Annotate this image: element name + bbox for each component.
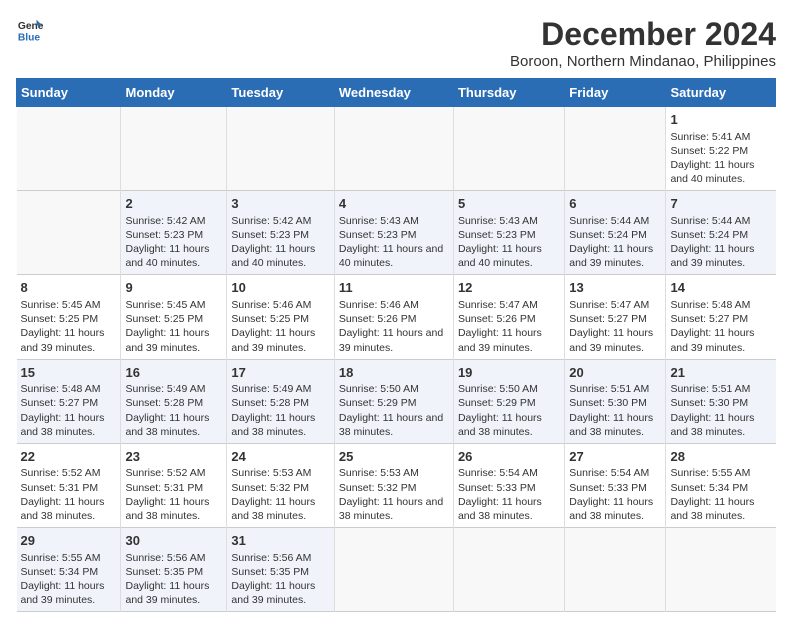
calendar-cell [666, 528, 776, 612]
day-number: 26 [458, 448, 560, 466]
header-day-thursday: Thursday [453, 79, 564, 107]
day-number: 30 [125, 532, 222, 550]
day-number: 21 [670, 364, 771, 382]
calendar-cell: 17Sunrise: 5:49 AMSunset: 5:28 PMDayligh… [227, 359, 334, 443]
calendar-cell: 15Sunrise: 5:48 AMSunset: 5:27 PMDayligh… [17, 359, 121, 443]
calendar-cell: 13Sunrise: 5:47 AMSunset: 5:27 PMDayligh… [565, 275, 666, 359]
calendar-week-row: 1Sunrise: 5:41 AMSunset: 5:22 PMDaylight… [17, 107, 776, 191]
calendar-cell: 29Sunrise: 5:55 AMSunset: 5:34 PMDayligh… [17, 528, 121, 612]
calendar-cell [227, 107, 334, 191]
calendar-body: 1Sunrise: 5:41 AMSunset: 5:22 PMDaylight… [17, 107, 776, 612]
calendar-cell: 21Sunrise: 5:51 AMSunset: 5:30 PMDayligh… [666, 359, 776, 443]
calendar-cell: 1Sunrise: 5:41 AMSunset: 5:22 PMDaylight… [666, 107, 776, 191]
day-number: 4 [339, 195, 449, 213]
main-title: December 2024 [510, 16, 776, 53]
calendar-header: SundayMondayTuesdayWednesdayThursdayFrid… [17, 79, 776, 107]
header-day-wednesday: Wednesday [334, 79, 453, 107]
calendar-week-row: 29Sunrise: 5:55 AMSunset: 5:34 PMDayligh… [17, 528, 776, 612]
calendar-table: SundayMondayTuesdayWednesdayThursdayFrid… [16, 78, 776, 612]
calendar-cell: 14Sunrise: 5:48 AMSunset: 5:27 PMDayligh… [666, 275, 776, 359]
day-number: 12 [458, 279, 560, 297]
header: General Blue December 2024 Boroon, North… [16, 16, 776, 70]
day-number: 6 [569, 195, 661, 213]
calendar-week-row: 2Sunrise: 5:42 AMSunset: 5:23 PMDaylight… [17, 191, 776, 275]
calendar-cell [565, 528, 666, 612]
calendar-cell: 11Sunrise: 5:46 AMSunset: 5:26 PMDayligh… [334, 275, 453, 359]
calendar-cell [453, 107, 564, 191]
calendar-cell: 28Sunrise: 5:55 AMSunset: 5:34 PMDayligh… [666, 443, 776, 527]
calendar-cell: 4Sunrise: 5:43 AMSunset: 5:23 PMDaylight… [334, 191, 453, 275]
day-number: 8 [21, 279, 117, 297]
calendar-cell: 7Sunrise: 5:44 AMSunset: 5:24 PMDaylight… [666, 191, 776, 275]
day-number: 11 [339, 279, 449, 297]
logo: General Blue [16, 16, 44, 44]
title-area: December 2024 Boroon, Northern Mindanao,… [510, 16, 776, 70]
day-number: 29 [21, 532, 117, 550]
calendar-cell [453, 528, 564, 612]
day-number: 19 [458, 364, 560, 382]
calendar-cell: 8Sunrise: 5:45 AMSunset: 5:25 PMDaylight… [17, 275, 121, 359]
subtitle: Boroon, Northern Mindanao, Philippines [510, 53, 776, 70]
calendar-cell: 22Sunrise: 5:52 AMSunset: 5:31 PMDayligh… [17, 443, 121, 527]
calendar-cell: 18Sunrise: 5:50 AMSunset: 5:29 PMDayligh… [334, 359, 453, 443]
day-number: 1 [670, 111, 771, 129]
calendar-cell [17, 191, 121, 275]
day-number: 27 [569, 448, 661, 466]
header-day-sunday: Sunday [17, 79, 121, 107]
calendar-cell: 19Sunrise: 5:50 AMSunset: 5:29 PMDayligh… [453, 359, 564, 443]
day-number: 22 [21, 448, 117, 466]
calendar-week-row: 22Sunrise: 5:52 AMSunset: 5:31 PMDayligh… [17, 443, 776, 527]
day-number: 18 [339, 364, 449, 382]
day-number: 13 [569, 279, 661, 297]
calendar-cell: 3Sunrise: 5:42 AMSunset: 5:23 PMDaylight… [227, 191, 334, 275]
calendar-cell: 9Sunrise: 5:45 AMSunset: 5:25 PMDaylight… [121, 275, 227, 359]
calendar-cell: 24Sunrise: 5:53 AMSunset: 5:32 PMDayligh… [227, 443, 334, 527]
calendar-cell: 10Sunrise: 5:46 AMSunset: 5:25 PMDayligh… [227, 275, 334, 359]
day-number: 28 [670, 448, 771, 466]
day-number: 16 [125, 364, 222, 382]
calendar-cell: 26Sunrise: 5:54 AMSunset: 5:33 PMDayligh… [453, 443, 564, 527]
calendar-week-row: 15Sunrise: 5:48 AMSunset: 5:27 PMDayligh… [17, 359, 776, 443]
day-number: 23 [125, 448, 222, 466]
day-number: 20 [569, 364, 661, 382]
calendar-cell: 27Sunrise: 5:54 AMSunset: 5:33 PMDayligh… [565, 443, 666, 527]
calendar-cell [334, 107, 453, 191]
day-number: 17 [231, 364, 329, 382]
day-number: 10 [231, 279, 329, 297]
calendar-cell [565, 107, 666, 191]
calendar-cell: 2Sunrise: 5:42 AMSunset: 5:23 PMDaylight… [121, 191, 227, 275]
day-number: 31 [231, 532, 329, 550]
calendar-cell: 20Sunrise: 5:51 AMSunset: 5:30 PMDayligh… [565, 359, 666, 443]
header-day-friday: Friday [565, 79, 666, 107]
day-number: 5 [458, 195, 560, 213]
calendar-cell: 30Sunrise: 5:56 AMSunset: 5:35 PMDayligh… [121, 528, 227, 612]
calendar-cell: 23Sunrise: 5:52 AMSunset: 5:31 PMDayligh… [121, 443, 227, 527]
calendar-cell: 6Sunrise: 5:44 AMSunset: 5:24 PMDaylight… [565, 191, 666, 275]
calendar-cell: 12Sunrise: 5:47 AMSunset: 5:26 PMDayligh… [453, 275, 564, 359]
svg-text:Blue: Blue [18, 32, 41, 43]
day-number: 25 [339, 448, 449, 466]
calendar-cell: 5Sunrise: 5:43 AMSunset: 5:23 PMDaylight… [453, 191, 564, 275]
day-number: 24 [231, 448, 329, 466]
calendar-cell: 31Sunrise: 5:56 AMSunset: 5:35 PMDayligh… [227, 528, 334, 612]
header-day-monday: Monday [121, 79, 227, 107]
calendar-cell [121, 107, 227, 191]
day-number: 7 [670, 195, 771, 213]
calendar-cell [17, 107, 121, 191]
header-day-saturday: Saturday [666, 79, 776, 107]
day-number: 2 [125, 195, 222, 213]
svg-text:General: General [18, 21, 44, 32]
day-number: 15 [21, 364, 117, 382]
day-number: 14 [670, 279, 771, 297]
calendar-cell: 16Sunrise: 5:49 AMSunset: 5:28 PMDayligh… [121, 359, 227, 443]
calendar-week-row: 8Sunrise: 5:45 AMSunset: 5:25 PMDaylight… [17, 275, 776, 359]
header-day-tuesday: Tuesday [227, 79, 334, 107]
day-number: 9 [125, 279, 222, 297]
calendar-cell: 25Sunrise: 5:53 AMSunset: 5:32 PMDayligh… [334, 443, 453, 527]
header-row: SundayMondayTuesdayWednesdayThursdayFrid… [17, 79, 776, 107]
calendar-cell [334, 528, 453, 612]
logo-icon: General Blue [16, 16, 44, 44]
day-number: 3 [231, 195, 329, 213]
